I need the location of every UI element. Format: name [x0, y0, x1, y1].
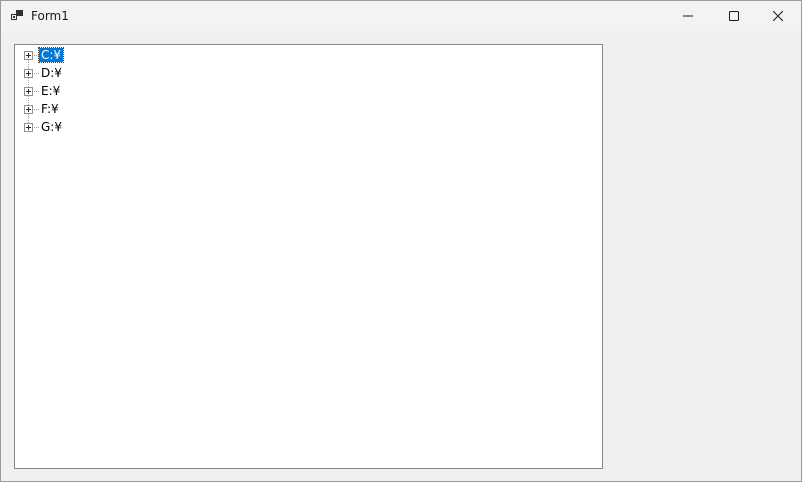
main-window: Form1 C:¥ D:¥ E:¥ F:¥ G:¥: [0, 0, 802, 482]
close-button[interactable]: [755, 1, 801, 31]
minimize-icon: [683, 15, 693, 17]
form-client-area: C:¥ D:¥ E:¥ F:¥ G:¥: [1, 31, 801, 481]
tree-node-e[interactable]: E:¥: [15, 83, 215, 101]
tree-node-c[interactable]: C:¥: [15, 47, 215, 65]
plus-expander-icon[interactable]: [24, 87, 33, 96]
tree-node-d[interactable]: D:¥: [15, 65, 215, 83]
tree-node-g[interactable]: G:¥: [15, 119, 215, 137]
maximize-icon: [729, 11, 739, 21]
title-bar[interactable]: Form1: [1, 1, 801, 31]
app-form-icon[interactable]: [11, 10, 23, 22]
maximize-button[interactable]: [711, 1, 757, 31]
drive-tree-view[interactable]: C:¥ D:¥ E:¥ F:¥ G:¥: [14, 44, 603, 469]
tree-node-label[interactable]: E:¥: [39, 84, 62, 98]
tree-node-label[interactable]: C:¥: [37, 47, 65, 63]
plus-expander-icon[interactable]: [24, 51, 33, 60]
tree-node-label[interactable]: F:¥: [39, 102, 61, 116]
minimize-button[interactable]: [665, 1, 711, 31]
tree-node-f[interactable]: F:¥: [15, 101, 215, 119]
tree-node-label[interactable]: G:¥: [39, 120, 64, 134]
window-title: Form1: [31, 9, 69, 23]
plus-expander-icon[interactable]: [24, 105, 33, 114]
plus-expander-icon[interactable]: [24, 69, 33, 78]
close-icon: [773, 11, 783, 21]
plus-expander-icon[interactable]: [24, 123, 33, 132]
tree-node-label[interactable]: D:¥: [39, 66, 64, 80]
